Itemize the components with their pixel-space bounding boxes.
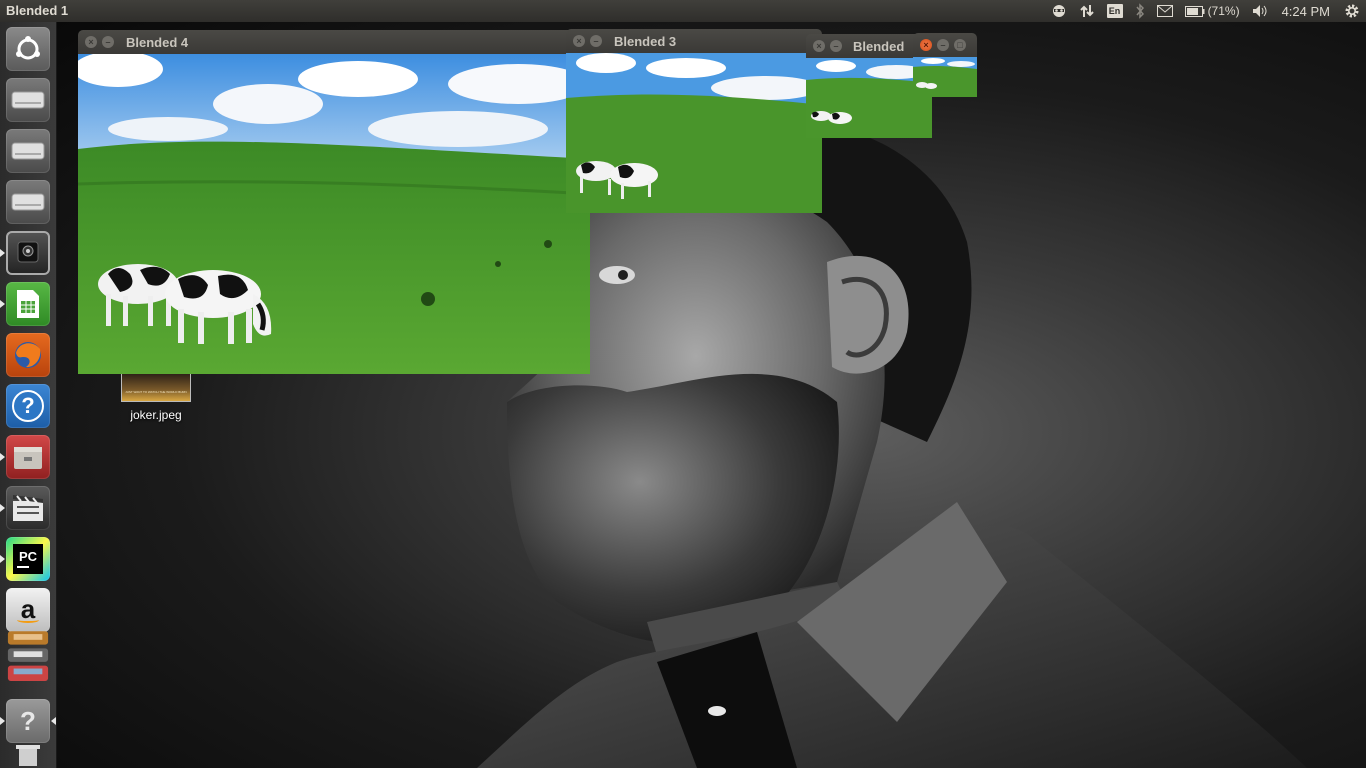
firefox-icon[interactable] [6,333,50,377]
ubuntu-dash-icon[interactable] [6,27,50,71]
close-icon[interactable]: × [920,39,932,51]
battery-indicator[interactable]: (71%) [1179,0,1246,22]
battery-icon [1184,5,1205,17]
keyboard-layout-icon[interactable]: En [1101,0,1129,22]
window-blended-3[interactable]: × – Blended 3 [566,29,822,213]
window-titlebar[interactable]: × – Blended 4 [78,30,590,54]
pycharm-icon[interactable]: PC [6,537,50,581]
cow-pasture-image [913,57,977,97]
libreoffice-calc-icon[interactable] [6,282,50,326]
file-manager-icon[interactable] [6,435,50,479]
webcam-icon[interactable] [6,231,50,275]
maximize-icon[interactable]: □ [954,39,966,51]
running-indicator [0,249,5,257]
amazon-icon[interactable]: a [6,588,50,632]
pycharm-label: PC [18,549,38,564]
help-icon[interactable]: ? [6,384,50,428]
help-glyph: ? [20,705,36,736]
window-titlebar[interactable]: × – □ [913,33,977,57]
window-blended-4[interactable]: × – Blended 4 [78,30,590,374]
file-label: joker.jpeg [130,408,182,422]
drive-icon[interactable] [6,78,50,122]
workspace-switcher-icon[interactable] [6,630,50,686]
cow-pasture-image [78,54,590,374]
running-indicator [0,555,5,563]
minimize-icon[interactable]: – [830,40,842,52]
session-indicator-icon[interactable] [1045,0,1073,22]
clock[interactable]: 4:24 PM [1274,0,1338,22]
running-indicator [0,717,5,725]
minimize-icon[interactable]: – [590,35,602,47]
window-title: Blended 3 [614,34,677,49]
volume-icon[interactable] [1246,0,1274,22]
drive-icon[interactable] [6,180,50,224]
unity-launcher: ? PC a ? [0,22,57,768]
help-icon[interactable]: ? [6,699,50,743]
close-icon[interactable]: × [813,40,825,52]
desktop-file-joker[interactable]: JUST WANT TO WATCH THE WORLD BURN joker.… [121,372,191,422]
running-indicator [0,300,5,308]
system-gear-icon[interactable] [1338,0,1366,22]
window-titlebar[interactable]: × – Blended 3 [566,29,822,53]
top-panel: Blended 1 En (71%) 4:24 PM [0,0,1366,22]
help-glyph: ? [21,393,35,418]
indicator-area: En (71%) 4:24 PM [1045,0,1366,22]
minimize-icon[interactable]: – [102,36,114,48]
bluetooth-icon[interactable] [1129,0,1151,22]
video-editor-icon[interactable] [6,486,50,530]
trash-icon[interactable] [6,744,50,768]
close-icon[interactable]: × [573,35,585,47]
cow-pasture-image [566,53,822,213]
mail-icon[interactable] [1151,0,1179,22]
window-title: Blended 4 [126,35,189,50]
running-indicator [0,453,5,461]
drive-icon[interactable] [6,129,50,173]
active-indicator [51,717,56,725]
network-icon[interactable] [1073,0,1101,22]
thumbnail-caption: JUST WANT TO WATCH THE WORLD BURN [125,390,187,394]
active-app-title: Blended 1 [6,3,69,18]
battery-percent: (71%) [1207,4,1240,18]
file-thumbnail: JUST WANT TO WATCH THE WORLD BURN [121,372,191,402]
running-indicator [0,504,5,512]
close-icon[interactable]: × [85,36,97,48]
window-title: Blended [853,39,905,54]
minimize-icon[interactable]: – [937,39,949,51]
window-blended-1[interactable]: × – □ [913,33,977,97]
